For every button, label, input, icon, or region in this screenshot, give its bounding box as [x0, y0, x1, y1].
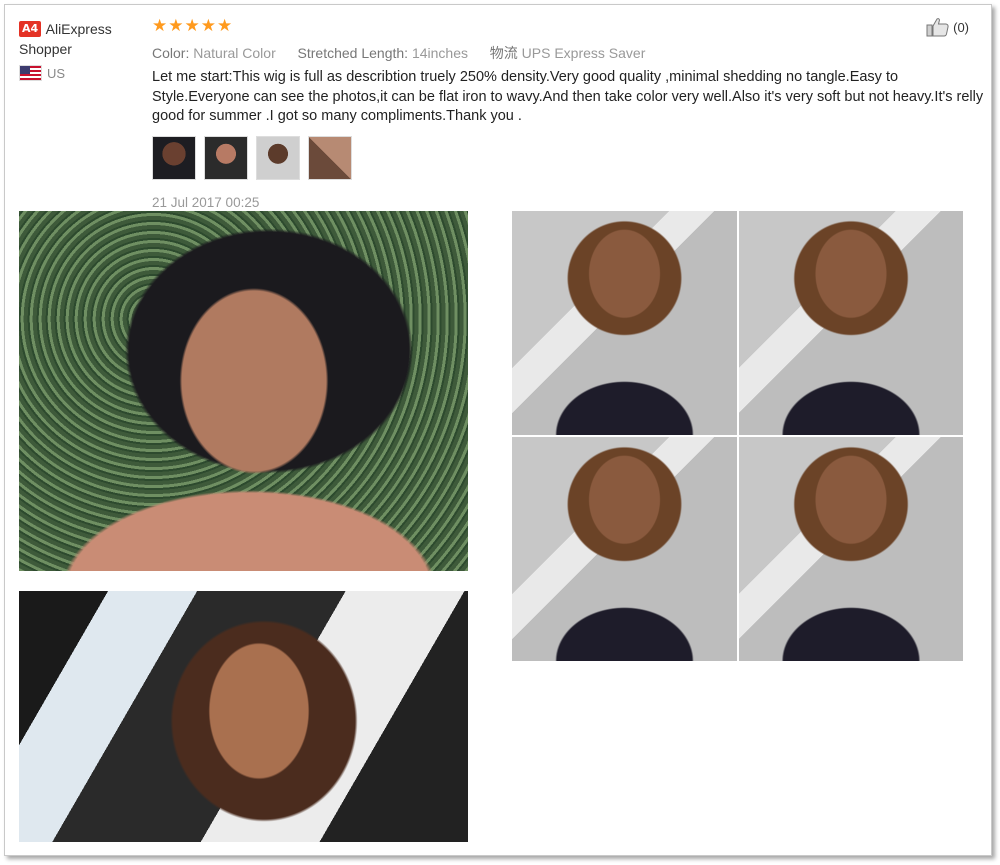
reviewer-info: A4 AliExpress Shopper US: [19, 19, 144, 81]
customer-photo[interactable]: [19, 591, 468, 842]
us-flag-icon: [19, 65, 42, 81]
star-icon: ★: [184, 16, 200, 36]
collage-tile: [738, 211, 963, 435]
customer-photo[interactable]: [19, 211, 468, 571]
reviewer-name: AliExpress: [45, 21, 112, 37]
collage-tile: [738, 437, 963, 661]
thumbs-up-icon: [926, 18, 949, 37]
star-icon: ★: [217, 16, 233, 36]
photo-thumbnail[interactable]: [152, 136, 196, 180]
star-icon: ★: [200, 16, 216, 36]
attr-length-key: Stretched Length:: [297, 45, 409, 61]
collage-tile: [512, 211, 737, 435]
product-attributes: Color: Natural Color Stretched Length: 1…: [152, 43, 645, 63]
star-rating: ★ ★ ★ ★ ★: [152, 18, 232, 35]
buyer-level-badge: A4: [19, 21, 42, 37]
attr-shipping-key: 物流: [489, 45, 518, 61]
photo-thumbnail[interactable]: [256, 136, 300, 180]
photo-thumbnail[interactable]: [308, 136, 352, 180]
review-text: Let me start:This wig is full as describ…: [152, 69, 984, 124]
review-date: 21 Jul 2017 00:25: [152, 195, 260, 210]
customer-photo-collage[interactable]: [512, 211, 963, 661]
attr-color-key: Color:: [152, 45, 190, 61]
attr-length-value: 14inches: [411, 45, 468, 61]
attr-shipping-value: UPS Express Saver: [521, 45, 646, 61]
star-icon: ★: [152, 16, 168, 36]
reviewer-name-line2: Shopper: [19, 41, 72, 57]
collage-tile: [512, 437, 737, 661]
helpful-count: (0): [953, 19, 969, 35]
photo-thumbnails: [152, 136, 352, 180]
star-icon: ★: [168, 16, 184, 36]
reviewer-country: US: [19, 65, 144, 81]
helpful-button[interactable]: (0): [926, 17, 969, 37]
country-code: US: [47, 65, 66, 81]
attr-color-value: Natural Color: [193, 45, 276, 61]
photo-thumbnail[interactable]: [204, 136, 248, 180]
